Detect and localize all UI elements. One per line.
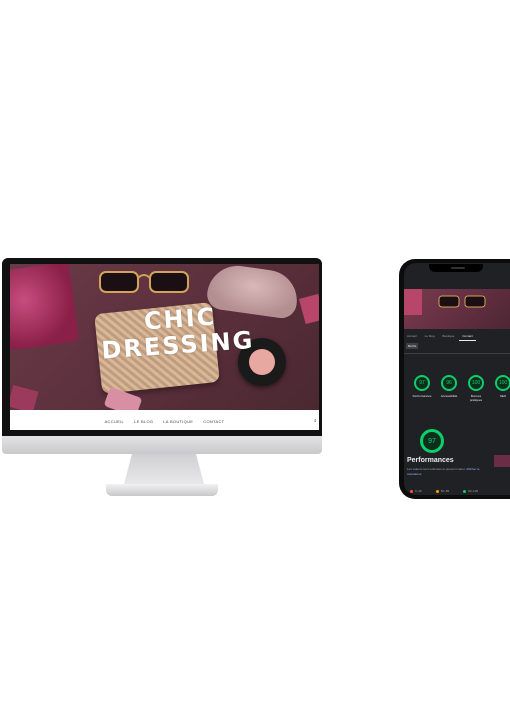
monitor-chin: [2, 436, 322, 454]
legend-label: 0–49: [415, 489, 422, 493]
sequin-fabric-image: [404, 289, 422, 315]
page-screenshot-thumbnail: [494, 455, 510, 467]
legend-item-mid: 50–89: [435, 489, 450, 493]
score-legend: 0–49 50–89 90–100: [410, 489, 478, 493]
sequin-fabric-image: [10, 264, 80, 351]
score-ring: 96: [441, 375, 457, 391]
score-ring: 97: [414, 375, 430, 391]
tab-blog[interactable]: Le blog: [422, 333, 438, 341]
score-label: Accessibilité: [440, 394, 458, 398]
score-ring: 100: [495, 375, 510, 391]
desktop-mockup: CHIC DRESSING ACCUEIL LE BLOG LA BOUTIQU…: [0, 258, 324, 498]
phone-notch: [429, 264, 483, 272]
sunglasses-image: [438, 295, 486, 308]
orange-square-icon: [435, 489, 439, 493]
blog-badge: BLOG: [406, 343, 419, 349]
score-seo[interactable]: 100 SEO: [493, 375, 510, 402]
lighthouse-scores: 97 Performances 96 Accessibilité 100 Bon…: [412, 375, 510, 402]
petal-decoration: [10, 385, 39, 410]
green-circle-icon: [463, 489, 467, 493]
score-ring: 100: [468, 375, 484, 391]
tab-boutique[interactable]: Boutique: [440, 333, 458, 341]
desktop-screen: CHIC DRESSING ACCUEIL LE BLOG LA BOUTIQU…: [10, 264, 319, 430]
score-best-practices[interactable]: 100 Bonnes pratiques: [466, 375, 486, 402]
legend-item-low: 0–49: [410, 489, 422, 493]
legend-item-high: 90–100: [463, 489, 478, 493]
score-label: Bonnes pratiques: [469, 394, 483, 402]
monitor-stand-neck: [124, 454, 204, 484]
nav-item-blog[interactable]: LE BLOG: [134, 419, 153, 424]
hero-title-line2: DRESSING: [100, 325, 256, 365]
phone-tab-bar: Accueil Le blog Boutique Contact: [404, 333, 510, 341]
phone-mockup: Accueil Le blog Boutique Contact BLOG 97…: [399, 259, 510, 499]
legend-label: 90–100: [468, 489, 479, 493]
nav-item-boutique[interactable]: LA BOUTIQUE: [163, 419, 193, 424]
performance-score-gauge: 97: [420, 429, 444, 453]
score-label: SEO: [499, 394, 507, 398]
description-text: Les valeurs sont estimées et peuvent var…: [407, 467, 466, 471]
legend-label: 50–89: [440, 489, 450, 493]
monitor-stand-foot: [106, 484, 218, 496]
phone-hero-image: [404, 289, 510, 329]
nav-item-accueil[interactable]: ACCUEIL: [105, 419, 124, 424]
score-performance[interactable]: 97 Performances: [412, 375, 432, 402]
search-icon[interactable]: ⌕: [314, 418, 317, 424]
tab-accueil[interactable]: Accueil: [404, 333, 420, 341]
performance-description: Les valeurs sont estimées et peuvent var…: [407, 467, 483, 476]
score-label: Performances: [412, 394, 432, 398]
main-nav: ACCUEIL LE BLOG LA BOUTIQUE CONTACT ⌕: [10, 412, 319, 430]
hero-banner: CHIC DRESSING: [10, 264, 319, 410]
phone-screen: Accueil Le blog Boutique Contact BLOG 97…: [404, 263, 510, 495]
red-triangle-icon: [410, 489, 413, 493]
tab-contact[interactable]: Contact: [459, 333, 476, 341]
petal-decoration: [298, 293, 319, 325]
divider: [404, 353, 510, 354]
sunglasses-image: [99, 271, 189, 293]
site-logo-title: CHIC DRESSING: [101, 301, 257, 365]
monitor-bezel: CHIC DRESSING ACCUEIL LE BLOG LA BOUTIQU…: [2, 258, 322, 436]
score-accessibility[interactable]: 96 Accessibilité: [439, 375, 459, 402]
nav-item-contact[interactable]: CONTACT: [203, 419, 224, 424]
performance-title: Performances: [407, 457, 454, 464]
